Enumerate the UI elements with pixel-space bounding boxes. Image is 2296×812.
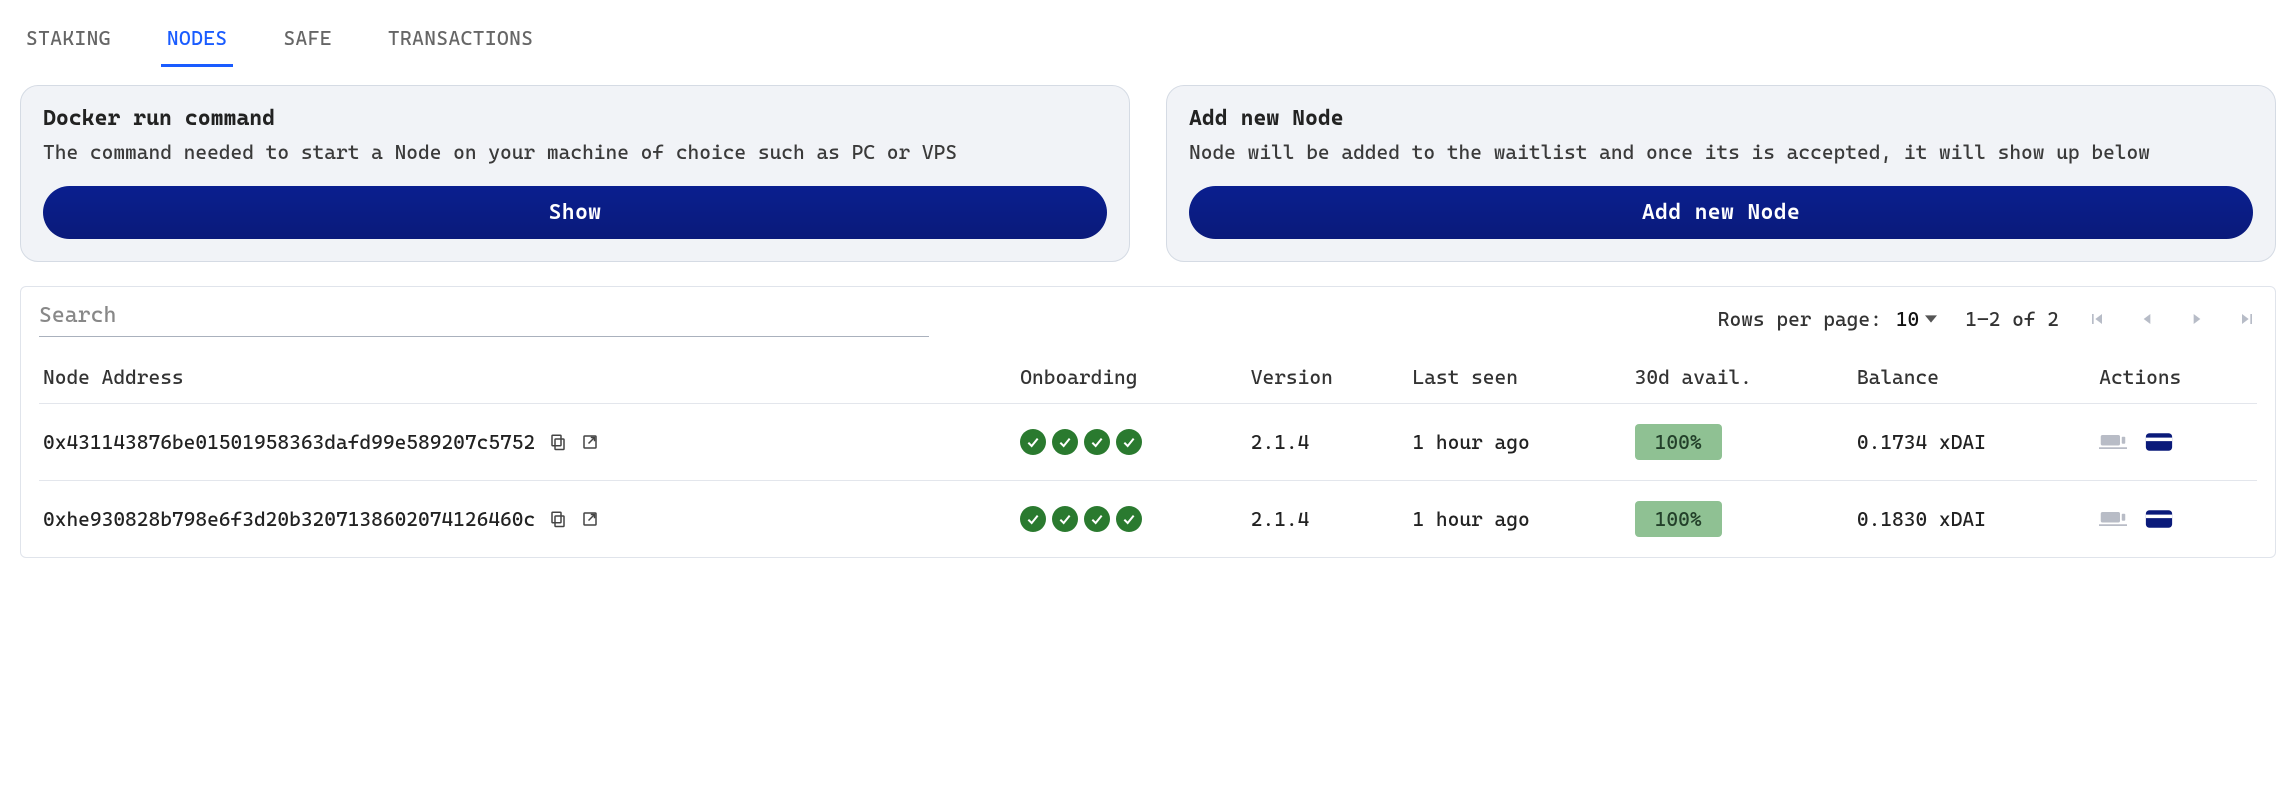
nodes-table-panel: Rows per page: 10 1–2 of 2 Nod — [20, 286, 2276, 558]
open-link-icon[interactable] — [581, 510, 599, 528]
docker-card-title: Docker run command — [43, 106, 1107, 131]
prev-page-icon[interactable] — [2137, 309, 2157, 329]
availability-badge: 100% — [1635, 424, 1722, 460]
check-icon — [1084, 506, 1110, 532]
node-version: 2.1.4 — [1247, 404, 1409, 481]
node-address: 0xhe930828b798e6f3d20b320713860207412646… — [43, 507, 535, 531]
rows-per-page-value: 10 — [1896, 307, 1919, 331]
col-onboarding: Onboarding — [1016, 355, 1246, 404]
add-node-card-desc: Node will be added to the waitlist and o… — [1189, 139, 2253, 166]
col-actions: Actions — [2095, 355, 2257, 404]
node-address: 0x431143876be01501958363dafd99e589207c57… — [43, 430, 535, 454]
docker-card-desc: The command needed to start a Node on yo… — [43, 139, 1107, 166]
node-balance: 0.1830 xDAI — [1853, 481, 2095, 558]
add-node-button[interactable]: Add new Node — [1189, 186, 2253, 239]
chevron-down-icon — [1925, 313, 1937, 325]
nodes-table: Node Address Onboarding Version Last see… — [39, 355, 2257, 557]
availability-badge: 100% — [1635, 501, 1722, 537]
node-last-seen: 1 hour ago — [1408, 404, 1630, 481]
col-version: Version — [1247, 355, 1409, 404]
copy-icon[interactable] — [549, 510, 567, 528]
check-icon — [1020, 429, 1046, 455]
check-icon — [1116, 506, 1142, 532]
copy-icon[interactable] — [549, 433, 567, 451]
search-input[interactable] — [39, 301, 929, 337]
tabs-bar: STAKING NODES SAFE TRANSACTIONS — [20, 8, 2276, 67]
col-last-seen: Last seen — [1408, 355, 1630, 404]
wallet-icon[interactable] — [2145, 431, 2173, 453]
tab-transactions[interactable]: TRANSACTIONS — [382, 16, 539, 67]
wallet-icon[interactable] — [2145, 508, 2173, 530]
tab-nodes[interactable]: NODES — [161, 16, 234, 67]
rows-per-page-select[interactable]: 10 — [1896, 307, 1937, 331]
docker-command-card: Docker run command The command needed to… — [20, 85, 1130, 262]
tab-safe[interactable]: SAFE — [277, 16, 337, 67]
col-balance: Balance — [1853, 355, 2095, 404]
add-node-card-title: Add new Node — [1189, 106, 2253, 131]
first-page-icon[interactable] — [2087, 309, 2107, 329]
node-balance: 0.1734 xDAI — [1853, 404, 2095, 481]
check-icon — [1084, 429, 1110, 455]
node-last-seen: 1 hour ago — [1408, 481, 1630, 558]
check-icon — [1020, 506, 1046, 532]
pager: Rows per page: 10 1–2 of 2 — [1718, 307, 2257, 331]
pager-range: 1–2 of 2 — [1965, 307, 2059, 331]
train-icon[interactable] — [2099, 508, 2127, 530]
next-page-icon[interactable] — [2187, 309, 2207, 329]
tab-staking[interactable]: STAKING — [20, 16, 117, 67]
col-availability: 30d avail. — [1631, 355, 1853, 404]
onboarding-checks — [1020, 506, 1238, 532]
col-node-address: Node Address — [39, 355, 1016, 404]
check-icon — [1052, 506, 1078, 532]
last-page-icon[interactable] — [2237, 309, 2257, 329]
add-node-card: Add new Node Node will be added to the w… — [1166, 85, 2276, 262]
table-row: 0x431143876be01501958363dafd99e589207c57… — [39, 404, 2257, 481]
check-icon — [1116, 429, 1142, 455]
check-icon — [1052, 429, 1078, 455]
node-version: 2.1.4 — [1247, 481, 1409, 558]
open-link-icon[interactable] — [581, 433, 599, 451]
onboarding-checks — [1020, 429, 1238, 455]
table-row: 0xhe930828b798e6f3d20b320713860207412646… — [39, 481, 2257, 558]
show-button[interactable]: Show — [43, 186, 1107, 239]
train-icon[interactable] — [2099, 431, 2127, 453]
rows-per-page-label: Rows per page: — [1718, 307, 1882, 331]
